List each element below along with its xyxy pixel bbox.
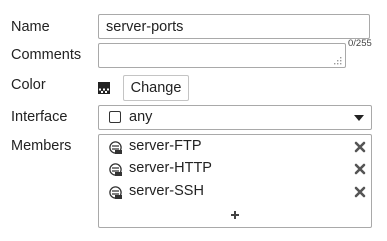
comments-char-counter: 0/255 [348, 38, 372, 49]
member-label: server-HTTP [129, 160, 212, 176]
color-label: Color [11, 77, 46, 93]
close-x-icon[interactable] [354, 141, 366, 153]
change-color-button[interactable]: Change [123, 75, 189, 101]
member-item[interactable]: server-SSH [99, 182, 371, 204]
service-icon [109, 163, 122, 176]
close-x-icon[interactable] [354, 186, 366, 198]
interface-square-icon [109, 111, 121, 123]
name-input[interactable] [98, 14, 370, 39]
service-icon [109, 141, 122, 154]
name-label: Name [11, 19, 50, 35]
member-label: server-FTP [129, 138, 202, 154]
resize-grip-icon[interactable] [332, 55, 343, 66]
interface-label: Interface [11, 109, 68, 125]
members-label: Members [11, 138, 72, 154]
comments-textarea[interactable] [98, 43, 346, 68]
close-x-icon[interactable] [354, 163, 366, 175]
plus-icon[interactable] [227, 207, 243, 223]
interface-selected-value: any [129, 109, 153, 125]
service-icon [109, 186, 122, 199]
interface-dropdown[interactable]: any [98, 105, 372, 130]
comments-label: Comments [11, 47, 82, 63]
member-item[interactable]: server-HTTP [99, 159, 371, 181]
member-label: server-SSH [129, 183, 204, 199]
members-list: server-FTP server-HTTP server-SSH [98, 134, 372, 228]
member-item[interactable]: server-FTP [99, 137, 371, 159]
caret-down-icon [354, 115, 364, 121]
color-swatch-icon [98, 82, 110, 94]
